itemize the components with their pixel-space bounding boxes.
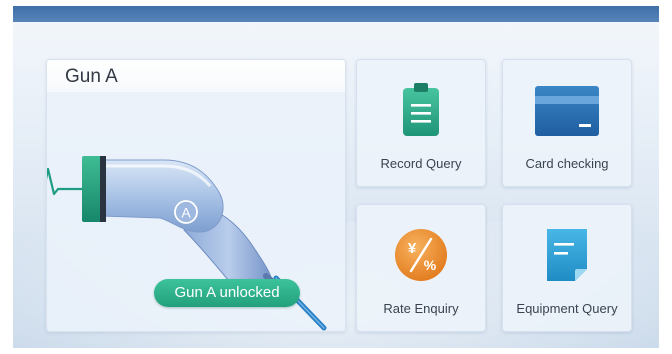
rate-enquiry-button[interactable]: ¥ % Rate Enquiry [356,204,486,332]
main-screen: Gun A A Gun A unlocked Record Query Card… [13,22,659,348]
document-icon [547,229,587,281]
card-checking-button[interactable]: Card checking [502,59,632,187]
rate-enquiry-label: Rate Enquiry [383,301,459,316]
rate-coin-icon: ¥ % [395,229,447,281]
equipment-query-button[interactable]: Equipment Query [502,204,632,332]
record-query-label: Record Query [380,156,462,171]
clipboard-icon [403,83,439,136]
rate-glyph-top: ¥ [408,240,417,257]
rate-glyph-bottom: % [424,257,437,273]
equipment-query-label: Equipment Query [516,301,618,316]
gun-panel-title: Gun A [65,66,118,87]
record-query-button[interactable]: Record Query [356,59,486,187]
card-checking-label: Card checking [525,156,609,171]
card-icon [535,86,599,136]
gun-status-badge: Gun A unlocked [154,279,300,307]
gun-cable-pulse [47,167,86,196]
gun-badge-text: A [181,205,191,221]
gun-a-panel[interactable]: Gun A A Gun A unlocked [46,59,346,332]
